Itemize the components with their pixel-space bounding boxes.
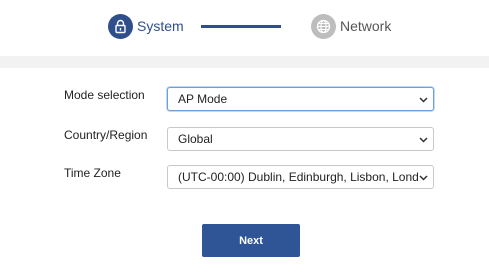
step-network: Network xyxy=(311,13,391,40)
globe-icon xyxy=(311,14,336,39)
mode-selection-label: Mode selection xyxy=(64,88,145,102)
country-region-select[interactable]: Global xyxy=(167,127,434,151)
step-connector xyxy=(201,25,281,28)
chevron-down-icon xyxy=(419,135,428,144)
time-zone-row: Time Zone (UTC-00:00) Dublin, Edinburgh,… xyxy=(0,165,489,189)
time-zone-select[interactable]: (UTC-00:00) Dublin, Edinburgh, Lisbon, L… xyxy=(167,165,434,189)
step-system-label: System xyxy=(137,18,184,34)
step-system: System xyxy=(108,13,184,40)
chevron-down-icon xyxy=(419,95,428,104)
next-button[interactable]: Next xyxy=(202,224,300,257)
country-region-row: Country/Region Global xyxy=(0,127,489,151)
setup-stepper: System Network xyxy=(0,0,489,56)
country-region-value: Global xyxy=(178,132,213,146)
mode-selection-select[interactable]: AP Mode xyxy=(167,87,434,111)
chevron-down-icon xyxy=(419,173,428,182)
header-divider-band xyxy=(0,56,489,68)
mode-selection-row: Mode selection AP Mode xyxy=(0,87,489,111)
lock-icon xyxy=(108,14,133,39)
country-region-label: Country/Region xyxy=(64,128,148,142)
mode-selection-value: AP Mode xyxy=(178,92,228,106)
step-network-label: Network xyxy=(340,18,392,34)
time-zone-label: Time Zone xyxy=(64,166,121,180)
time-zone-value: (UTC-00:00) Dublin, Edinburgh, Lisbon, L… xyxy=(178,170,418,184)
